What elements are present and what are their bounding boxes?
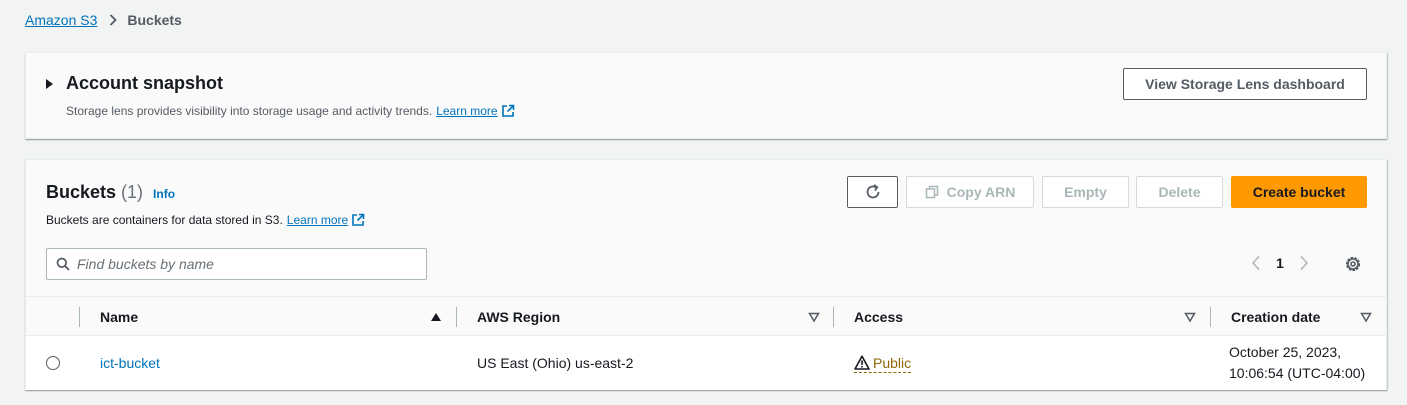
external-link-icon (351, 213, 365, 227)
delete-button[interactable]: Delete (1136, 176, 1223, 208)
creation-date-line2: 10:06:54 (UTC-04:00) (1229, 365, 1366, 381)
warning-icon (854, 355, 873, 370)
breadcrumb: Amazon S3 Buckets (25, 12, 182, 28)
account-snapshot-panel: Account snapshot Storage lens provides v… (25, 52, 1387, 139)
search-icon (56, 257, 70, 271)
creation-date-line1: October 25, 2023, (1229, 344, 1342, 360)
bucket-access-cell: Public (854, 336, 912, 390)
account-snapshot-description: Storage lens provides visibility into st… (66, 104, 515, 118)
table-header: Name AWS Region Access Creation date (26, 296, 1386, 336)
chevron-right-icon[interactable] (1299, 255, 1309, 271)
bucket-region-cell: US East (Ohio) us-east-2 (477, 355, 634, 371)
access-status-label: Public (873, 354, 912, 371)
column-divider (833, 307, 834, 327)
account-snapshot-learn-more-link[interactable]: Learn more (436, 104, 497, 118)
search-field[interactable] (46, 248, 427, 280)
settings-gear-icon[interactable] (1344, 255, 1362, 273)
copy-arn-label: Copy ARN (946, 184, 1016, 200)
empty-button[interactable]: Empty (1042, 176, 1129, 208)
bucket-name-cell: ict-bucket (100, 336, 160, 390)
copy-arn-button[interactable]: Copy ARN (906, 176, 1034, 208)
buckets-info-link[interactable]: Info (153, 187, 175, 201)
account-snapshot-toggle[interactable]: Account snapshot (46, 73, 223, 94)
copy-icon (925, 185, 939, 199)
bucket-creation-date-cell: October 25, 2023, 10:06:54 (UTC-04:00) (1229, 336, 1365, 390)
column-header-name[interactable]: Name (100, 297, 138, 337)
breadcrumb-current: Buckets (127, 12, 182, 28)
row-select-radio[interactable] (46, 356, 60, 370)
column-header-creation-date[interactable]: Creation date (1231, 297, 1320, 337)
account-snapshot-description-text: Storage lens provides visibility into st… (66, 104, 433, 118)
search-input[interactable] (77, 256, 397, 272)
view-storage-lens-dashboard-button[interactable]: View Storage Lens dashboard (1123, 68, 1367, 100)
sort-ascending-icon[interactable] (430, 312, 442, 322)
column-header-access[interactable]: Access (854, 297, 903, 337)
buckets-description: Buckets are containers for data stored i… (46, 213, 365, 227)
buckets-title: Buckets (46, 182, 117, 202)
buckets-description-text: Buckets are containers for data stored i… (46, 213, 283, 227)
column-divider (456, 307, 457, 327)
row-select-cell (46, 336, 60, 390)
column-header-region[interactable]: AWS Region (477, 297, 560, 337)
chevron-left-icon[interactable] (1251, 255, 1261, 271)
refresh-icon (864, 183, 882, 201)
table-row[interactable]: ict-bucket US East (Ohio) us-east-2 Publ… (26, 336, 1386, 390)
pagination-page-number[interactable]: 1 (1276, 255, 1284, 271)
external-link-icon (501, 104, 515, 118)
buckets-panel: Buckets (1) Info Buckets are containers … (25, 159, 1387, 390)
buckets-count: (1) (121, 182, 144, 202)
chevron-right-icon (109, 14, 118, 26)
column-divider (79, 307, 80, 327)
bucket-name-link[interactable]: ict-bucket (100, 355, 160, 371)
caret-right-icon (46, 78, 53, 89)
access-status[interactable]: Public (854, 354, 912, 373)
sort-icon[interactable] (1360, 311, 1372, 323)
buckets-header: Buckets (1) Info (46, 182, 175, 203)
refresh-button[interactable] (847, 176, 898, 208)
create-bucket-button[interactable]: Create bucket (1231, 176, 1367, 208)
breadcrumb-amazon-s3-link[interactable]: Amazon S3 (25, 12, 97, 28)
sort-icon[interactable] (1184, 311, 1196, 323)
sort-icon[interactable] (808, 311, 820, 323)
column-divider (1210, 307, 1211, 327)
pagination: 1 (1251, 255, 1309, 271)
account-snapshot-title: Account snapshot (66, 73, 224, 93)
buckets-learn-more-link[interactable]: Learn more (287, 213, 348, 227)
